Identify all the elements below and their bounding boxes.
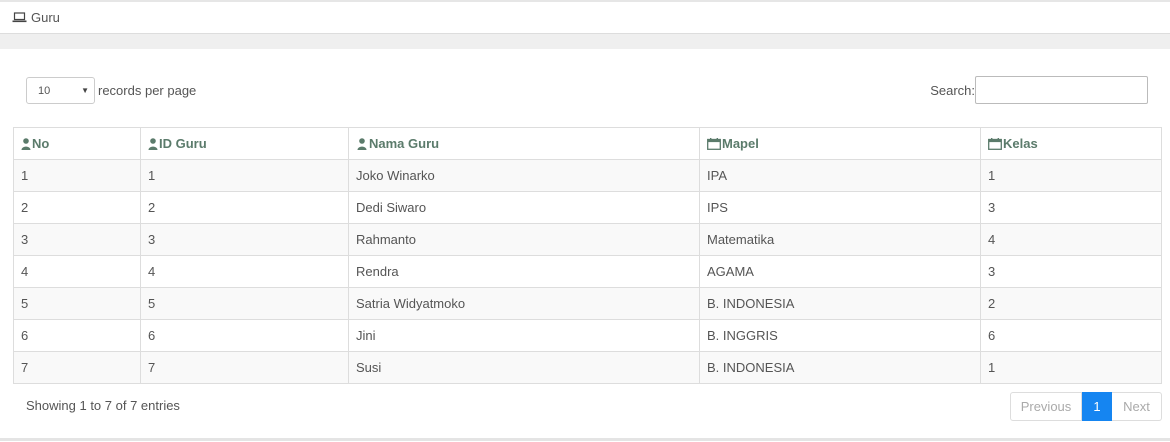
next-page-button[interactable]: Next: [1112, 392, 1162, 421]
table-row: 1 1 Joko Winarko IPA 1: [13, 159, 1162, 192]
page-1-button[interactable]: 1: [1082, 392, 1112, 421]
cell-id-guru: 5: [140, 287, 349, 320]
records-per-page: 10 ▼ records per page: [26, 77, 196, 104]
cell-id-guru: 3: [140, 223, 349, 256]
cell-kelas: 3: [980, 191, 1162, 224]
table-row: 7 7 Susi B. INDONESIA 1: [13, 351, 1162, 384]
cell-nama-guru: Satria Widyatmoko: [348, 287, 700, 320]
column-label: Kelas: [1003, 136, 1038, 151]
dropdown-arrow-icon: ▼: [81, 86, 89, 95]
column-label: No: [32, 136, 50, 151]
top-bar: Guru: [0, 0, 1170, 34]
column-header-kelas[interactable]: Kelas: [980, 127, 1162, 160]
pagination: Previous 1 Next: [1010, 392, 1162, 421]
cell-mapel: AGAMA: [699, 255, 981, 288]
cell-nama-guru: Rahmanto: [348, 223, 700, 256]
records-per-page-select[interactable]: 10 ▼: [26, 77, 95, 104]
search-label: Search:: [930, 82, 975, 98]
user-icon: [356, 137, 368, 150]
previous-page-button[interactable]: Previous: [1010, 392, 1082, 421]
user-icon: [148, 137, 158, 150]
user-icon: [21, 137, 31, 150]
cell-kelas: 3: [980, 255, 1162, 288]
cell-no: 1: [13, 159, 141, 192]
guru-table: No ID Guru Nama Guru Mapel Kelas 1 1 Jok…: [13, 127, 1162, 384]
table-info: Showing 1 to 7 of 7 entries: [26, 398, 180, 413]
cell-nama-guru: Rendra: [348, 255, 700, 288]
cell-no: 5: [13, 287, 141, 320]
cell-nama-guru: Dedi Siwaro: [348, 191, 700, 224]
cell-kelas: 4: [980, 223, 1162, 256]
cell-nama-guru: Joko Winarko: [348, 159, 700, 192]
table-row: 6 6 Jini B. INGGRIS 6: [13, 319, 1162, 352]
cell-id-guru: 7: [140, 351, 349, 384]
records-per-page-label: records per page: [98, 83, 197, 98]
records-per-page-value: 10: [38, 85, 51, 97]
cell-nama-guru: Jini: [348, 319, 700, 352]
cell-no: 6: [13, 319, 141, 352]
search-box: Search:: [930, 76, 1148, 104]
table-row: 3 3 Rahmanto Matematika 4: [13, 223, 1162, 256]
column-label: Mapel: [722, 136, 759, 151]
column-header-no[interactable]: No: [13, 127, 141, 160]
column-header-mapel[interactable]: Mapel: [699, 127, 981, 160]
cell-id-guru: 4: [140, 255, 349, 288]
breadcrumb[interactable]: Guru: [12, 10, 60, 25]
breadcrumb-label: Guru: [31, 10, 60, 25]
column-label: Nama Guru: [369, 136, 440, 151]
calendar-icon: [707, 137, 721, 150]
cell-mapel: B. INDONESIA: [699, 287, 981, 320]
cell-kelas: 2: [980, 287, 1162, 320]
cell-mapel: Matematika: [699, 223, 981, 256]
cell-nama-guru: Susi: [348, 351, 700, 384]
header-separator: [0, 34, 1170, 49]
table-row: 4 4 Rendra AGAMA 3: [13, 255, 1162, 288]
cell-id-guru: 1: [140, 159, 349, 192]
cell-kelas: 1: [980, 351, 1162, 384]
laptop-icon: [12, 12, 27, 23]
cell-mapel: B. INDONESIA: [699, 351, 981, 384]
cell-id-guru: 2: [140, 191, 349, 224]
cell-no: 3: [13, 223, 141, 256]
calendar-icon: [988, 137, 1002, 150]
cell-kelas: 6: [980, 319, 1162, 352]
column-header-id-guru[interactable]: ID Guru: [140, 127, 349, 160]
cell-kelas: 1: [980, 159, 1162, 192]
cell-no: 7: [13, 351, 141, 384]
cell-id-guru: 6: [140, 319, 349, 352]
table-row: 5 5 Satria Widyatmoko B. INDONESIA 2: [13, 287, 1162, 320]
table-header-row: No ID Guru Nama Guru Mapel Kelas: [13, 127, 1162, 160]
cell-mapel: B. INGGRIS: [699, 319, 981, 352]
column-header-nama-guru[interactable]: Nama Guru: [348, 127, 700, 160]
column-label: ID Guru: [159, 136, 207, 151]
cell-mapel: IPA: [699, 159, 981, 192]
search-input[interactable]: [975, 76, 1148, 104]
cell-no: 2: [13, 191, 141, 224]
cell-mapel: IPS: [699, 191, 981, 224]
cell-no: 4: [13, 255, 141, 288]
panel-bottom-border: [0, 438, 1170, 441]
table-row: 2 2 Dedi Siwaro IPS 3: [13, 191, 1162, 224]
